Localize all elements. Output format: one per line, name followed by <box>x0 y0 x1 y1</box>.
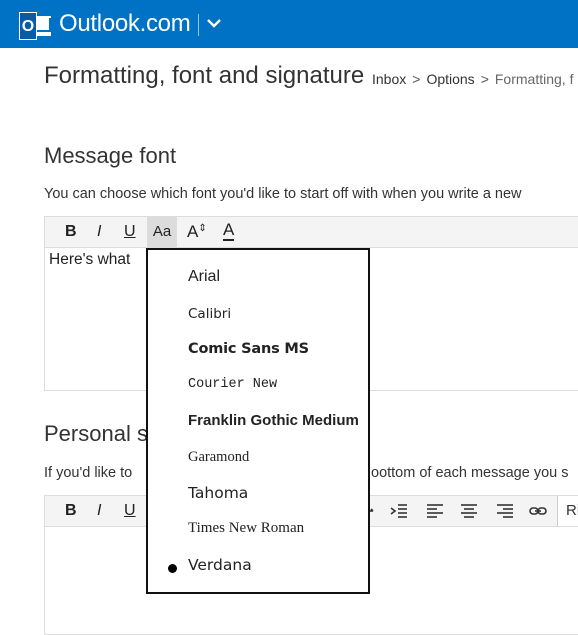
breadcrumb-current: Formatting, f <box>494 71 574 87</box>
font-option-label: Franklin Gothic Medium <box>188 412 359 429</box>
header-divider <box>198 14 199 36</box>
message-font-description: You can choose which font you'd like to … <box>44 186 522 202</box>
align-right-icon[interactable] <box>496 502 514 520</box>
font-option-calibri[interactable]: Calibri <box>188 306 231 322</box>
format-dropdown[interactable]: Ri <box>557 496 578 526</box>
page-title: Formatting, font and signature <box>44 62 365 89</box>
align-left-icon[interactable] <box>426 502 444 520</box>
signature-underline-button[interactable]: U <box>124 501 136 521</box>
breadcrumb-separator: > <box>412 71 421 87</box>
font-size-arrows-icon: ⇕ <box>198 223 207 234</box>
font-option-franklin-gothic[interactable]: Franklin Gothic Medium <box>188 412 359 429</box>
breadcrumb-separator: > <box>480 71 489 87</box>
signature-description-left: If you'd like to <box>44 465 133 481</box>
font-face-button[interactable]: Aa <box>147 217 177 247</box>
font-option-tahoma[interactable]: Tahoma <box>188 484 248 502</box>
font-option-comic-sans[interactable]: Comic Sans MS <box>188 341 309 357</box>
italic-button[interactable]: I <box>97 222 101 242</box>
indent-icon[interactable] <box>390 502 408 520</box>
font-dropdown-menu: Arial Calibri Comic Sans MS Courier New … <box>146 248 370 594</box>
signature-italic-button[interactable]: I <box>97 501 101 521</box>
font-option-label: Garamond <box>188 449 250 465</box>
align-center-icon[interactable] <box>460 502 478 520</box>
insert-link-icon[interactable] <box>529 502 547 520</box>
breadcrumb: Inbox > Options > Formatting, f <box>372 71 573 87</box>
message-font-toolbar: B I U Aa A⇕ A <box>45 217 578 248</box>
breadcrumb-inbox[interactable]: Inbox <box>372 71 406 87</box>
signature-description-right: oottom of each message you s <box>371 465 569 481</box>
outlook-logo-icon[interactable]: O <box>19 12 51 40</box>
chevron-down-icon[interactable] <box>205 14 223 32</box>
brand-name[interactable]: Outlook.com <box>59 10 191 38</box>
font-option-label: Tahoma <box>188 484 249 502</box>
font-option-courier-new[interactable]: Courier New <box>188 377 277 392</box>
font-option-label: Arial <box>188 268 221 285</box>
message-font-heading: Message font <box>44 143 177 168</box>
font-option-label: Comic Sans MS <box>188 341 309 357</box>
message-font-preview-text[interactable]: Here's what <box>49 251 130 269</box>
font-option-arial[interactable]: Arial <box>188 268 220 286</box>
font-option-label: Calibri <box>188 306 232 322</box>
personal-signature-heading: Personal s <box>44 421 148 446</box>
font-option-label: Courier New <box>188 377 278 392</box>
signature-bold-button[interactable]: B <box>65 501 77 521</box>
bold-button[interactable]: B <box>65 222 77 242</box>
font-option-garamond[interactable]: Garamond <box>188 449 249 466</box>
app-header: O Outlook.com <box>0 0 578 48</box>
logo-letter: O <box>19 12 37 40</box>
font-option-label: Verdana <box>188 556 252 574</box>
font-option-times-new-roman[interactable]: Times New Roman <box>188 520 304 537</box>
underline-button[interactable]: U <box>124 222 136 242</box>
breadcrumb-options[interactable]: Options <box>426 71 474 87</box>
font-size-button[interactable]: A⇕ <box>187 222 207 242</box>
font-option-label: Times New Roman <box>188 520 305 536</box>
font-size-label: A <box>187 222 199 241</box>
format-dropdown-label: Ri <box>566 502 578 519</box>
font-option-verdana[interactable]: Verdana <box>168 556 252 574</box>
selected-indicator-icon <box>168 564 177 573</box>
font-color-button[interactable]: A <box>223 221 235 241</box>
